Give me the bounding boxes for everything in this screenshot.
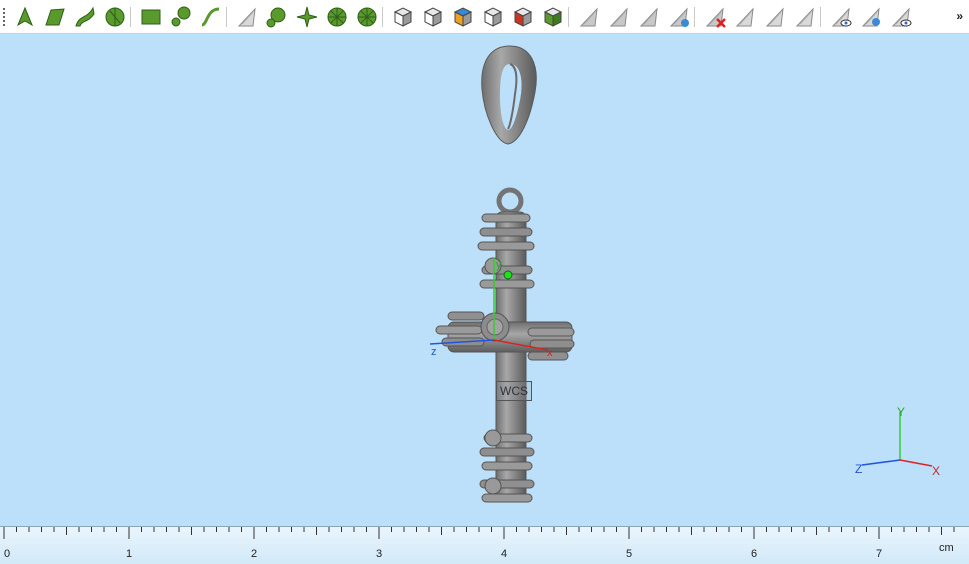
triangle-hatch-button[interactable] <box>733 5 757 29</box>
rectangle-icon <box>139 5 163 29</box>
rectangle-button[interactable] <box>139 5 163 29</box>
star-segments-icon <box>295 5 319 29</box>
local-z-label: z <box>431 346 437 358</box>
local-y-label: y <box>496 259 502 271</box>
pie-button[interactable] <box>265 5 289 29</box>
wheel-icon <box>325 5 349 29</box>
toolbar-separator <box>130 7 131 27</box>
corner-y-label: Y <box>897 405 905 419</box>
cursor-gray-button[interactable] <box>577 5 601 29</box>
triangle-copy-button[interactable] <box>763 5 787 29</box>
cursor-arrow-icon <box>607 5 631 29</box>
pendant-bail[interactable] <box>481 45 537 145</box>
ruler-ticks <box>3 527 955 539</box>
cursor-split-icon <box>637 5 661 29</box>
cube-red-icon <box>511 5 535 29</box>
toolbar: » <box>0 0 969 34</box>
toolbar-overflow-button[interactable]: » <box>956 9 963 23</box>
cube-wire-icon <box>481 5 505 29</box>
fan-icon <box>355 5 379 29</box>
node-button[interactable] <box>169 5 193 29</box>
point-button[interactable] <box>13 5 37 29</box>
cube-red-button[interactable] <box>511 5 535 29</box>
triangle-eye-blue-icon <box>859 5 883 29</box>
triangle-paper-icon <box>793 5 817 29</box>
corner-z-label: Z <box>855 462 862 476</box>
triangle-hatch-icon <box>733 5 757 29</box>
triangle-eye-hide-button[interactable] <box>889 5 913 29</box>
cube-select-icon <box>391 5 415 29</box>
cube-select-button[interactable] <box>391 5 415 29</box>
cursor-arrow-button[interactable] <box>607 5 631 29</box>
ruler-tick-label: 6 <box>750 548 758 560</box>
triangle-eye-button[interactable] <box>829 5 853 29</box>
ruler-tick-label: 4 <box>500 548 508 560</box>
wcs-label: WCS <box>496 381 532 401</box>
toolbar-separator <box>820 7 821 27</box>
node-icon <box>169 5 193 29</box>
cursor-delete-icon <box>703 5 727 29</box>
ruler-tick-label: 5 <box>625 548 633 560</box>
corner-axes: Y X Z <box>855 405 940 478</box>
spline-icon <box>199 5 223 29</box>
pendant-cross[interactable] <box>435 187 575 503</box>
plane-button[interactable] <box>43 5 67 29</box>
curve-button[interactable] <box>73 5 97 29</box>
cube-button[interactable] <box>421 5 445 29</box>
fan-button[interactable] <box>355 5 379 29</box>
corner-x-label: X <box>932 464 940 478</box>
cube-wire-button[interactable] <box>481 5 505 29</box>
toolbar-separator <box>694 7 695 27</box>
toolbar-separator <box>382 7 383 27</box>
triangle-paper-button[interactable] <box>793 5 817 29</box>
cursor-gray-icon <box>577 5 601 29</box>
cube-color-button[interactable] <box>451 5 475 29</box>
ruler: 0 1 2 3 4 5 6 7 cm <box>0 526 969 564</box>
pie-icon <box>265 5 289 29</box>
star-segments-button[interactable] <box>295 5 319 29</box>
local-x-label: x <box>547 347 553 359</box>
ruler-tick-label: 3 <box>375 548 383 560</box>
3d-viewport[interactable]: y x z Y X Z WCS <box>0 34 969 526</box>
point-icon <box>13 5 37 29</box>
scene: y x z Y X Z <box>429 45 940 503</box>
triangle-eye-icon <box>829 5 853 29</box>
toolbar-separator <box>568 7 569 27</box>
cursor-split-button[interactable] <box>637 5 661 29</box>
toolbar-grip[interactable] <box>3 8 5 26</box>
triangle-eye-hide-icon <box>889 5 913 29</box>
curve-icon <box>73 5 97 29</box>
cube-color-icon <box>451 5 475 29</box>
cursor-shade-button[interactable] <box>667 5 691 29</box>
cube-icon <box>421 5 445 29</box>
circle-icon <box>103 5 127 29</box>
circle-button[interactable] <box>103 5 127 29</box>
triangle-face-button[interactable] <box>235 5 259 29</box>
triangle-eye-blue-button[interactable] <box>859 5 883 29</box>
wheel-button[interactable] <box>325 5 349 29</box>
plane-icon <box>43 5 67 29</box>
cursor-shade-icon <box>667 5 691 29</box>
spline-button[interactable] <box>199 5 223 29</box>
ruler-unit: cm <box>939 542 954 554</box>
ruler-tick-label: 2 <box>250 548 258 560</box>
toolbar-separator <box>226 7 227 27</box>
triangle-copy-icon <box>763 5 787 29</box>
ruler-tick-label: 0 <box>3 548 11 560</box>
ruler-tick-label: 1 <box>125 548 133 560</box>
cube-green-icon <box>541 5 565 29</box>
cube-green-button[interactable] <box>541 5 565 29</box>
ruler-tick-label: 7 <box>875 548 883 560</box>
cursor-delete-button[interactable] <box>703 5 727 29</box>
triangle-face-icon <box>235 5 259 29</box>
